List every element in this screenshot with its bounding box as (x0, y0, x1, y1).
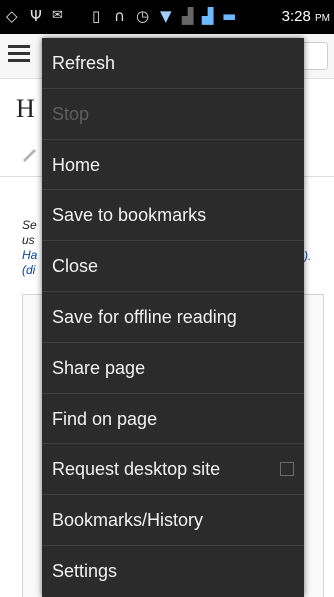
search-input[interactable] (300, 42, 328, 70)
status-time: 3:28 PM (282, 7, 330, 29)
status-bar: ◇ Ψ ✉ ▯ ∩ ◷ ▼ ▟ ▟ ▬ 3:28 PM (0, 0, 334, 34)
signal-icon-1: ▟ (182, 7, 194, 25)
menu-item-bookmarks-history[interactable]: Bookmarks/History (42, 495, 304, 546)
menu-item-label: Close (52, 256, 99, 277)
menu-item-label: Find on page (52, 408, 158, 429)
menu-item-label: Home (52, 154, 101, 175)
usb-icon: Ψ (30, 7, 42, 25)
snippet-right[interactable]: ). (304, 249, 311, 263)
vibrate-icon: ▯ (92, 7, 101, 25)
status-time-ampm: PM (315, 13, 330, 24)
menu-item-label: Bookmarks/History (52, 510, 204, 531)
menu-item-label: Request desktop site (52, 459, 221, 480)
menu-item-label: Settings (52, 560, 118, 581)
alarm-icon: ◷ (136, 7, 150, 25)
snippet-line-3[interactable]: Ha (22, 248, 37, 263)
browser-screen: ◇ Ψ ✉ ▯ ∩ ◷ ▼ ▟ ▟ ▬ 3:28 PM H Se us Ha (… (0, 0, 334, 597)
menu-item-save-to-bookmarks[interactable]: Save to bookmarks (42, 190, 304, 242)
menu-item-share-page[interactable]: Share page (42, 343, 304, 394)
mail-icon: ✉ (52, 8, 63, 23)
menu-icon[interactable] (8, 45, 30, 63)
menu-item-label: Save for offline reading (52, 306, 237, 327)
menu-item-close[interactable]: Close (42, 241, 304, 292)
menu-item-settings[interactable]: Settings (42, 546, 304, 597)
headset-icon: ∩ (114, 7, 125, 25)
overflow-menu: Refresh Stop Home Save to bookmarks Clos… (42, 38, 304, 597)
menu-item-label: Save to bookmarks (52, 205, 207, 226)
page-title: H (16, 94, 35, 123)
menu-item-find-on-page[interactable]: Find on page (42, 394, 304, 445)
snippet-line-2: us (22, 233, 35, 247)
menu-item-home[interactable]: Home (42, 140, 304, 191)
menu-item-request-desktop-site[interactable]: Request desktop site (42, 444, 304, 496)
wifi-icon: ▼ (160, 7, 172, 25)
menu-item-label: Refresh (52, 53, 116, 73)
signal-icon-2: ▟ (202, 7, 214, 25)
desktop-site-checkbox[interactable] (280, 462, 294, 477)
menu-item-refresh[interactable]: Refresh (42, 38, 304, 89)
status-time-value: 3:28 (281, 8, 311, 25)
location-icon: ◇ (6, 7, 18, 25)
snippet-line-4[interactable]: (di (22, 263, 35, 278)
menu-item-label: Stop (52, 103, 90, 124)
menu-item-stop: Stop (42, 89, 304, 140)
edit-pencil-icon[interactable] (20, 144, 40, 164)
menu-item-label: Share page (52, 357, 146, 378)
snippet-line-1: Se (22, 218, 37, 232)
battery-icon: ▬ (222, 7, 237, 25)
menu-item-save-offline[interactable]: Save for offline reading (42, 292, 304, 343)
